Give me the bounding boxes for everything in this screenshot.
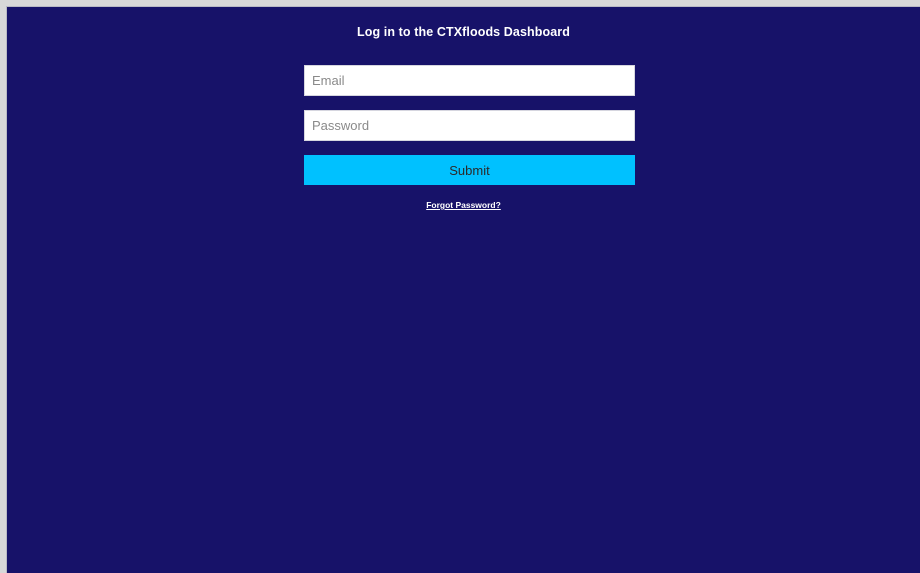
email-input[interactable] — [304, 65, 635, 96]
password-input[interactable] — [304, 110, 635, 141]
forgot-password-link[interactable]: Forgot Password? — [426, 200, 501, 210]
page-title: Log in to the CTXfloods Dashboard — [356, 25, 570, 39]
submit-button[interactable]: Submit — [304, 155, 635, 185]
login-page: Log in to the CTXfloods Dashboard Submit… — [6, 6, 920, 573]
forgot-password-container: Forgot Password? — [7, 201, 920, 210]
